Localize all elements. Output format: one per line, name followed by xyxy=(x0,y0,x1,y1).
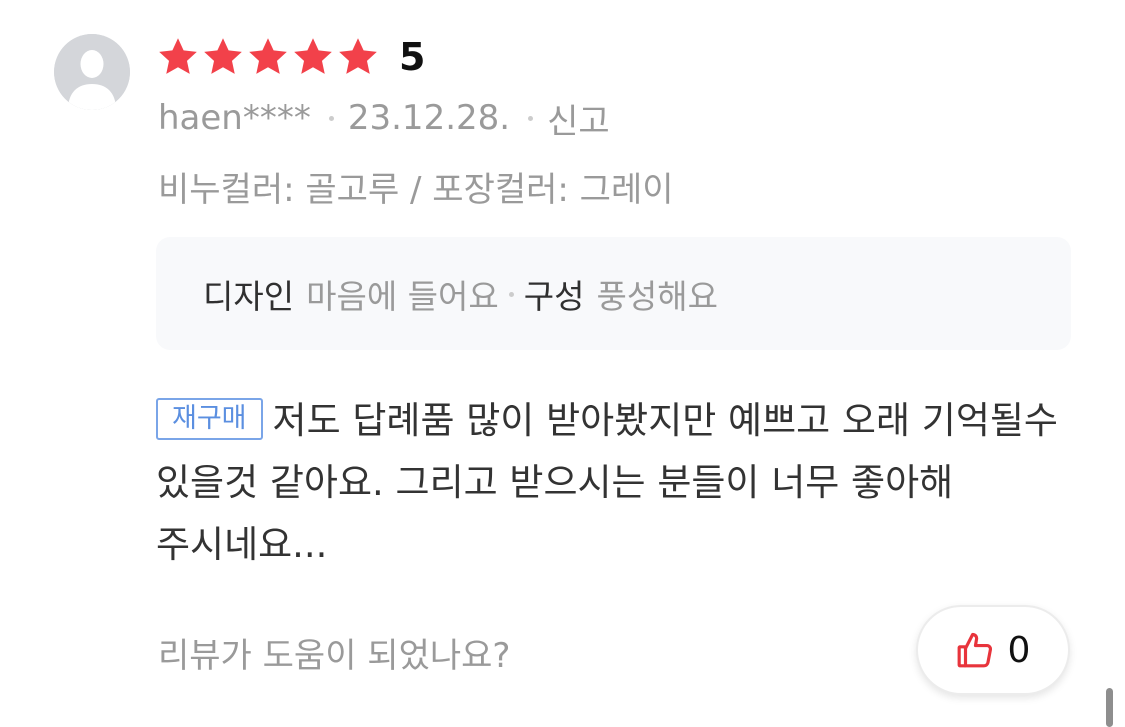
summary-label-composition: 구성 xyxy=(523,277,585,316)
star-icon xyxy=(291,35,335,79)
review-summary-box: 디자인 마음에 들어요 구성 풍성해요 xyxy=(156,237,1071,350)
repurchase-badge: 재구매 xyxy=(156,398,263,440)
star-icon xyxy=(336,35,380,79)
review-card: 5 haen**** 23.12.28. 신고 비누컬러: 골고루 / 포장컬러… xyxy=(0,0,1125,727)
scrollbar-thumb[interactable] xyxy=(1106,688,1113,727)
star-icon xyxy=(246,35,290,79)
summary-value-design: 마음에 들어요 xyxy=(306,277,499,316)
meta-separator xyxy=(528,115,534,121)
helpful-like-button[interactable]: 0 xyxy=(916,605,1070,695)
review-meta: haen**** 23.12.28. 신고 xyxy=(158,94,610,143)
meta-separator xyxy=(328,115,334,121)
star-icon xyxy=(156,35,200,79)
purchased-option: 비누컬러: 골고루 / 포장컬러: 그레이 xyxy=(158,170,674,210)
review-body-text: 저도 답례품 많이 받아봤지만 예쁘고 오래 기억될수 있을것 같아요. 그리고… xyxy=(156,399,1058,566)
rating-score: 5 xyxy=(399,35,426,79)
helpful-question: 리뷰가 도움이 되었나요? xyxy=(158,636,511,676)
report-link[interactable]: 신고 xyxy=(547,94,610,143)
thumbs-up-outline-icon xyxy=(956,631,994,669)
like-count: 0 xyxy=(1007,629,1031,671)
review-summary: 디자인 마음에 들어요 구성 풍성해요 xyxy=(203,270,718,318)
summary-separator xyxy=(508,291,514,297)
user-silhouette-icon xyxy=(54,34,130,110)
reviewer-id: haen**** xyxy=(158,98,311,138)
star-icon xyxy=(201,35,245,79)
summary-value-composition: 풍성해요 xyxy=(596,277,718,316)
review-body: 재구매 저도 답례품 많이 받아봤지만 예쁘고 오래 기억될수 있을것 같아요. … xyxy=(156,390,1068,576)
review-date: 23.12.28. xyxy=(347,98,511,138)
rating-row: 5 xyxy=(156,34,425,80)
star-rating xyxy=(156,35,381,79)
avatar xyxy=(54,34,130,110)
summary-label-design: 디자인 xyxy=(203,277,295,316)
